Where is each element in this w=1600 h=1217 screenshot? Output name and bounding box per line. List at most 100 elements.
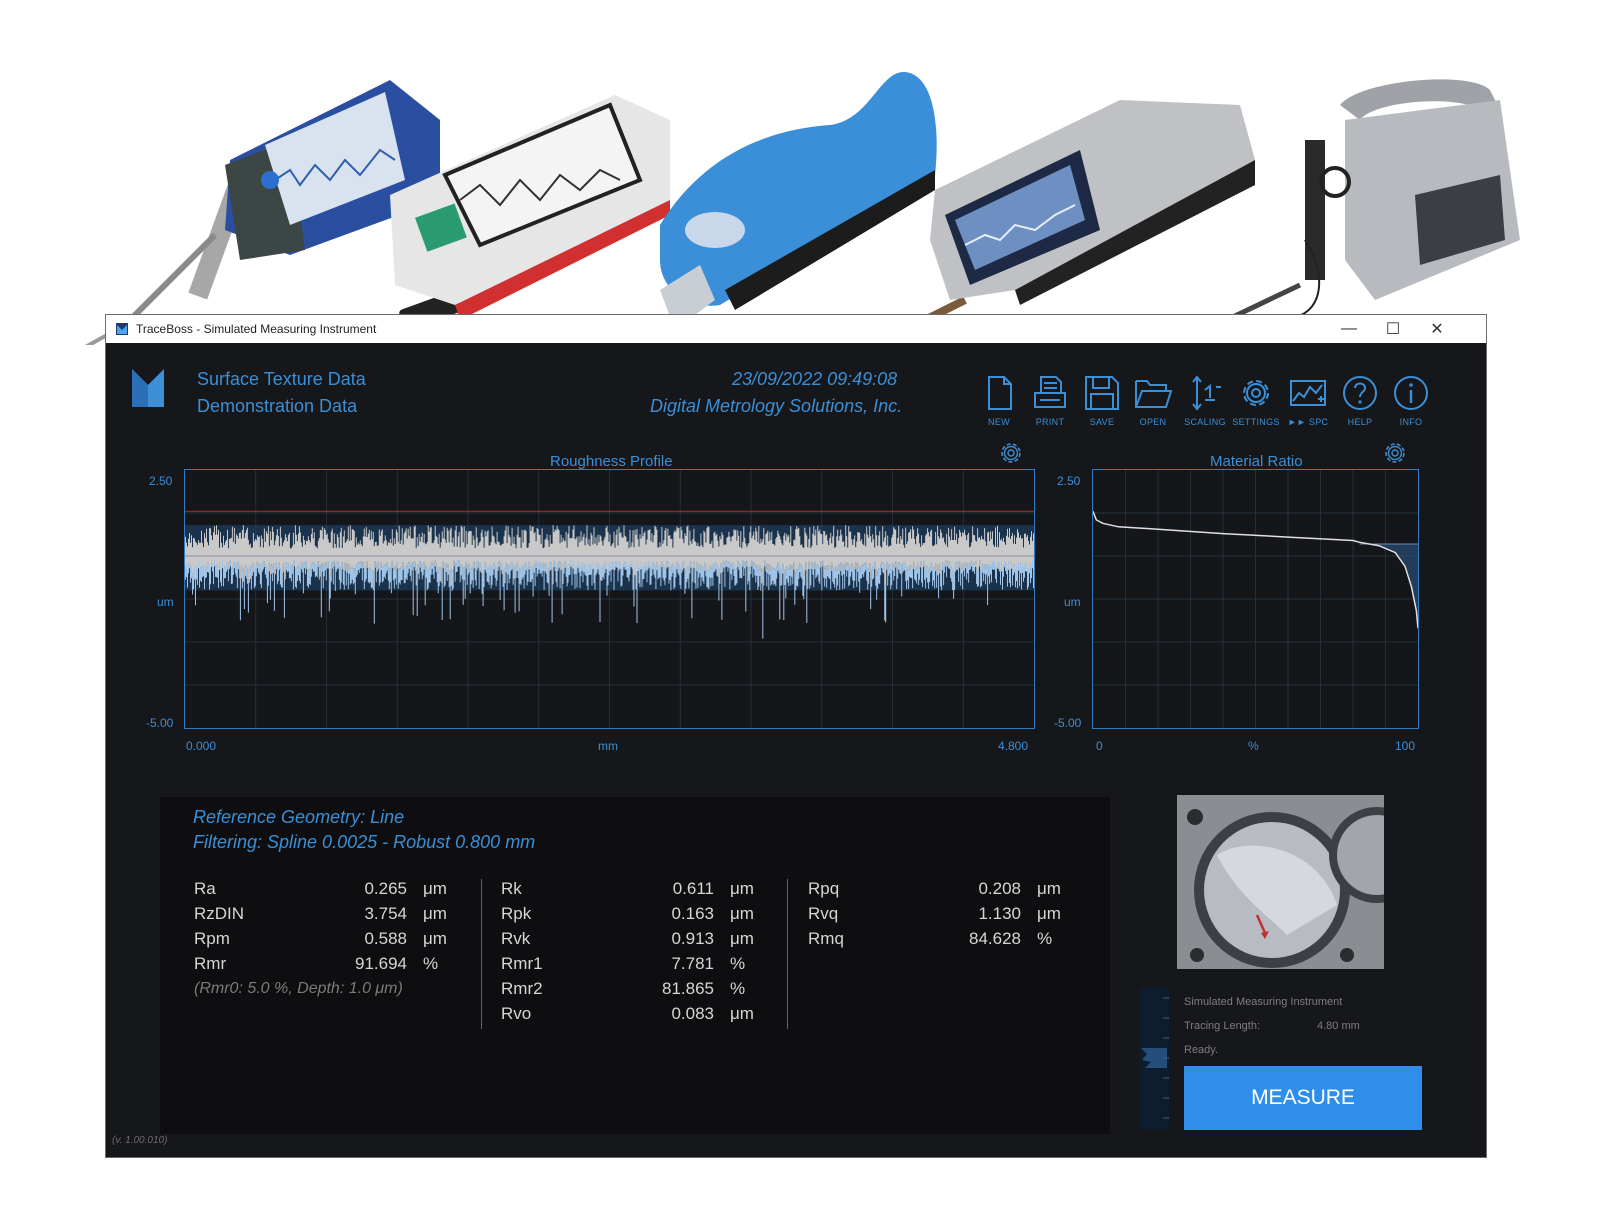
- material-ratio-plot[interactable]: [1092, 469, 1419, 729]
- new-button[interactable]: NEW: [975, 373, 1023, 433]
- material-ratio-chart-title: Material Ratio: [1210, 453, 1303, 470]
- parameter-name: Rvq: [808, 904, 839, 923]
- parameter-row: Rmr2 81.865%: [501, 979, 801, 1003]
- title-bar: TraceBoss - Simulated Measuring Instrume…: [106, 315, 1486, 343]
- tracing-length-value: 4.80 mm: [1317, 1020, 1360, 1032]
- parameter-row: Ra 0.265 μm: [194, 879, 494, 903]
- parameter-row: Rvq 1.130 μm: [808, 904, 1108, 928]
- parameter-row: Rmq 84.628%: [808, 929, 1108, 953]
- parameter-row: Rk 0.611 μm: [501, 879, 801, 903]
- new-document-icon: [988, 376, 1012, 410]
- parameter-unit: %: [730, 979, 746, 998]
- material-ratio-ytick-bottom: -5.00: [1054, 716, 1082, 730]
- parameter-row: Rvk 0.913 μm: [501, 929, 801, 953]
- parameter-unit: %: [730, 954, 746, 973]
- material-ratio-settings-gear-icon[interactable]: [1382, 440, 1408, 466]
- roughness-profile-plot[interactable]: [184, 469, 1035, 729]
- instrument-name: Simulated Measuring Instrument: [1184, 996, 1343, 1008]
- parameter-unit: %: [1037, 929, 1053, 948]
- rmr-reference-note: (Rmr0: 5.0 %, Depth: 1.0 μm): [194, 980, 403, 997]
- parameter-row: RzDIN 3.754 μm: [194, 904, 494, 928]
- device-photo-5: [1193, 79, 1520, 338]
- parameter-value: 1.130: [978, 904, 1021, 923]
- device-photo-3: [660, 71, 937, 330]
- parameter-name: Rmr: [194, 954, 227, 973]
- parameter-name: Rmr1: [501, 954, 543, 973]
- parameter-name: RzDIN: [194, 904, 245, 923]
- maximize-button[interactable]: ☐: [1371, 315, 1415, 343]
- app-body: Surface Texture Data Demonstration Data …: [106, 343, 1486, 1157]
- header-datetime: 23/09/2022 09:49:08: [732, 369, 898, 389]
- roughness-chart-title: Roughness Profile: [550, 453, 673, 470]
- spc-button[interactable]: ►► SPC: [1284, 373, 1332, 433]
- parameter-value: 0.208: [978, 879, 1021, 898]
- reference-geometry: Reference Geometry: Line: [193, 807, 405, 827]
- app-window: TraceBoss - Simulated Measuring Instrume…: [105, 314, 1487, 1158]
- parameter-name: Rpq: [808, 879, 840, 898]
- roughness-ytick-bottom: -5.00: [146, 716, 174, 730]
- parameter-unit: μm: [730, 879, 754, 898]
- parameter-name: Rmq: [808, 929, 844, 948]
- close-button[interactable]: ✕: [1415, 315, 1459, 343]
- parameter-unit: μm: [423, 929, 447, 948]
- material-ratio-xtick-right: 100: [1395, 739, 1416, 753]
- parameter-value: 81.865: [662, 979, 714, 998]
- folder-open-icon: [1135, 380, 1173, 408]
- parameter-value: 0.083: [671, 1004, 714, 1023]
- version-label: (v. 1.00.010): [112, 1135, 168, 1146]
- parameter-value: 0.588: [364, 929, 407, 948]
- parameter-row: Rvo 0.083 μm: [501, 1004, 801, 1028]
- parameter-row: Rmr 91.694%: [194, 954, 494, 978]
- parameter-value: 7.781: [671, 954, 714, 973]
- parameter-value: 0.265: [364, 879, 407, 898]
- parameter-value: 91.694: [355, 954, 407, 973]
- parameter-value: 0.913: [671, 929, 714, 948]
- parameter-name: Ra: [194, 879, 216, 898]
- header-subtitle: Demonstration Data: [197, 396, 358, 416]
- parameter-row: Rpk 0.163 μm: [501, 904, 801, 928]
- scaling-button[interactable]: SCALING: [1181, 373, 1229, 433]
- parameter-row: Rpm 0.588 μm: [194, 929, 494, 953]
- header-title: Surface Texture Data: [197, 369, 366, 389]
- device-photo-4: [913, 100, 1255, 329]
- spc-chart-icon: [1290, 380, 1326, 406]
- material-ratio-xtick-left: 0: [1096, 739, 1103, 753]
- device-photo-1: [84, 80, 440, 345]
- status-text: Ready.: [1184, 1044, 1219, 1056]
- parameter-value: 0.163: [671, 904, 714, 923]
- help-button[interactable]: HELP: [1336, 373, 1384, 433]
- parameter-unit: μm: [1037, 904, 1061, 923]
- settings-button[interactable]: SETTINGS: [1232, 373, 1280, 433]
- print-button[interactable]: PRINT: [1026, 373, 1074, 433]
- column-divider-1: [481, 879, 482, 1029]
- parameter-unit: μm: [730, 929, 754, 948]
- parameter-unit: μm: [423, 879, 447, 898]
- info-button[interactable]: INFO: [1387, 373, 1435, 433]
- info-icon: [1394, 376, 1428, 410]
- roughness-xtick-right: 4.800: [998, 739, 1029, 753]
- column-divider-2: [787, 879, 788, 1029]
- parameter-unit: μm: [423, 904, 447, 923]
- parameter-name: Rvk: [501, 929, 531, 948]
- mini-profile-indicator: [1139, 988, 1169, 1130]
- roughness-xtick-left: 0.000: [186, 739, 217, 753]
- roughness-ylabel: um: [157, 595, 174, 609]
- open-button[interactable]: OPEN: [1129, 373, 1177, 433]
- minimize-button[interactable]: —: [1327, 315, 1371, 343]
- material-ratio-ytick-top: 2.50: [1057, 474, 1081, 488]
- roughness-settings-gear-icon[interactable]: [998, 440, 1024, 466]
- instrument-product-photos: [84, 71, 1520, 345]
- part-photo: [1177, 795, 1384, 969]
- window-title: TraceBoss - Simulated Measuring Instrume…: [136, 322, 377, 336]
- parameter-value: 0.611: [672, 879, 714, 898]
- parameter-row: Rpq 0.208 μm: [808, 879, 1108, 903]
- material-ratio-xlabel: %: [1248, 739, 1259, 753]
- parameter-unit: μm: [730, 1004, 754, 1023]
- parameter-name: Rmr2: [501, 979, 543, 998]
- tracing-length-label: Tracing Length:: [1184, 1020, 1261, 1032]
- parameter-unit: %: [423, 954, 439, 973]
- save-button[interactable]: SAVE: [1078, 373, 1126, 433]
- parameter-unit: μm: [1037, 879, 1061, 898]
- floppy-disk-icon: [1085, 376, 1119, 410]
- measure-button[interactable]: MEASURE: [1184, 1066, 1422, 1130]
